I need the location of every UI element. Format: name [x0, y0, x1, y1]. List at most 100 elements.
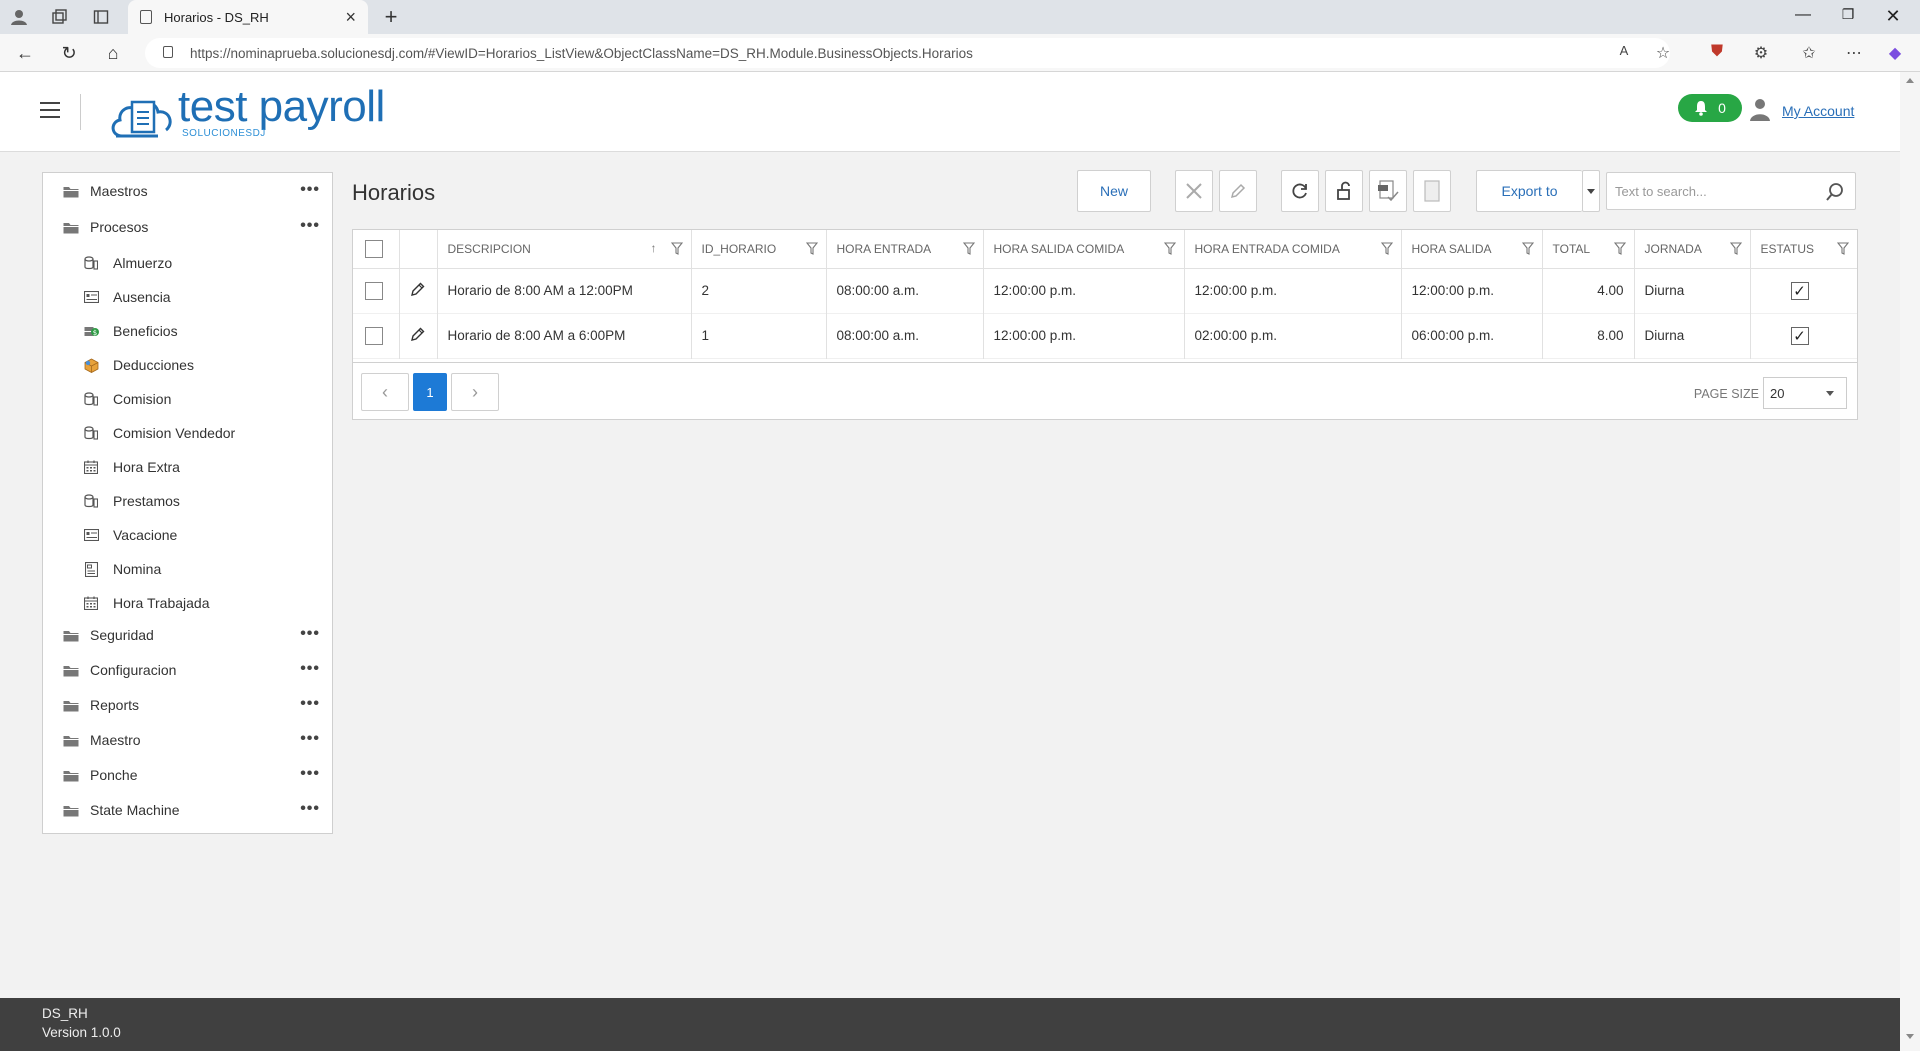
tab-actions-icon[interactable]: [92, 8, 110, 26]
column-header-hora-salida[interactable]: HORA SALIDA: [1401, 230, 1543, 269]
sidebar-item-beneficios[interactable]: $ Beneficios: [43, 314, 332, 348]
new-button[interactable]: New: [1077, 170, 1151, 212]
column-header-hora-entrada[interactable]: HORA ENTRADA: [826, 230, 984, 269]
nav-group-maestro[interactable]: Maestro •••: [43, 724, 332, 756]
column-header-descripcion[interactable]: DESCRIPCION ↑: [437, 230, 692, 269]
delete-button[interactable]: [1175, 170, 1213, 212]
notifications-button[interactable]: 0: [1678, 94, 1742, 122]
column-header-hora-entrada-comida[interactable]: HORA ENTRADA COMIDA: [1184, 230, 1402, 269]
column-header-total[interactable]: TOTAL: [1542, 230, 1635, 269]
sidebar-item-comision-vendedor[interactable]: Comision Vendedor: [43, 416, 332, 450]
copilot-icon[interactable]: ◆: [1884, 43, 1906, 63]
cell-hora-salida-comida: 12:00:00 p.m.: [983, 268, 1185, 313]
sidebar-item-deducciones[interactable]: Deducciones: [43, 348, 332, 382]
filter-icon[interactable]: [1163, 242, 1176, 255]
page-scrollbar[interactable]: [1900, 72, 1920, 1051]
url-field[interactable]: https://nominaprueba.solucionesdj.com/#V…: [145, 38, 1670, 68]
more-options-icon[interactable]: •••: [300, 625, 320, 643]
export-to-button[interactable]: Export to: [1476, 170, 1582, 212]
extensions-icon[interactable]: ⚙: [1750, 43, 1772, 63]
column-header-estatus[interactable]: ESTATUS: [1750, 230, 1857, 269]
sidebar-item-nomina[interactable]: Nomina: [43, 552, 332, 586]
filter-icon[interactable]: [1613, 242, 1626, 255]
sort-ascending-icon[interactable]: ↑: [651, 241, 657, 255]
more-options-icon[interactable]: •••: [300, 660, 320, 678]
print-button[interactable]: [1413, 170, 1451, 212]
table-row[interactable]: Horario de 8:00 AM a 6:00PM 1 08:00:00 a.m…: [353, 313, 1857, 358]
more-options-icon[interactable]: •••: [300, 730, 320, 748]
unlink-button[interactable]: [1325, 170, 1363, 212]
sidebar-item-vacacione[interactable]: Vacacione: [43, 518, 332, 552]
refresh-button[interactable]: [1281, 170, 1319, 212]
nav-group-procesos[interactable]: Procesos •••: [43, 211, 332, 243]
more-options-icon[interactable]: •••: [300, 695, 320, 713]
edit-pencil-icon[interactable]: [410, 327, 426, 345]
nav-group-seguridad[interactable]: Seguridad •••: [43, 619, 332, 651]
sidebar-item-hora-extra[interactable]: Hora Extra: [43, 450, 332, 484]
sidebar-item-hora-trabajada[interactable]: Hora Trabajada: [43, 586, 332, 620]
page-title: Horarios: [352, 180, 436, 205]
close-window-icon[interactable]: ✕: [1878, 6, 1908, 27]
read-aloud-icon[interactable]: A: [1613, 43, 1635, 58]
new-tab-icon[interactable]: +: [382, 4, 400, 29]
select-all-checkbox[interactable]: [365, 239, 383, 258]
browser-tab-active[interactable]: Horarios - DS_RH ×: [128, 0, 368, 34]
home-icon[interactable]: ⌂: [102, 43, 124, 64]
next-page-button[interactable]: ›: [451, 373, 499, 411]
more-icon[interactable]: ⋯: [1843, 43, 1865, 63]
list-card-icon: [83, 528, 99, 542]
filter-icon[interactable]: [670, 242, 683, 255]
page-button-current[interactable]: 1: [413, 373, 447, 411]
favorites-icon[interactable]: ✩: [1798, 43, 1820, 63]
row-checkbox[interactable]: [365, 326, 383, 345]
filter-icon[interactable]: [1837, 242, 1849, 255]
minimize-icon[interactable]: —: [1788, 6, 1818, 24]
search-input[interactable]: [1607, 173, 1807, 209]
row-checkbox[interactable]: [365, 281, 383, 300]
edit-button[interactable]: [1219, 170, 1257, 212]
filter-icon[interactable]: [962, 242, 975, 255]
restore-icon[interactable]: ❐: [1833, 6, 1863, 23]
favorite-star-icon[interactable]: ☆: [1652, 43, 1674, 63]
nav-group-state-machine[interactable]: State Machine •••: [43, 794, 332, 826]
table-row[interactable]: Horario de 8:00 AM a 12:00PM 2 08:00:00 a.…: [353, 268, 1857, 313]
export-dropdown-button[interactable]: [1582, 170, 1600, 212]
filter-icon[interactable]: [805, 242, 818, 255]
edit-pencil-icon[interactable]: [410, 282, 426, 300]
nav-group-ponche[interactable]: Ponche •••: [43, 759, 332, 791]
more-options-icon[interactable]: •••: [300, 765, 320, 783]
column-header-hora-salida-comida[interactable]: HORA SALIDA COMIDA: [983, 230, 1185, 269]
column-header-jornada[interactable]: JORNADA: [1634, 230, 1751, 269]
nav-group-maestros[interactable]: Maestros •••: [43, 175, 332, 207]
lock-icon: [163, 46, 173, 58]
close-tab-icon[interactable]: ×: [345, 7, 356, 28]
shield-extension-icon[interactable]: ⛊: [1706, 43, 1728, 61]
back-icon[interactable]: ←: [14, 43, 36, 64]
prev-page-button[interactable]: ‹: [361, 373, 409, 411]
column-header-id-horario[interactable]: ID_HORARIO: [691, 230, 827, 269]
scroll-up-icon[interactable]: [1906, 78, 1914, 83]
filter-icon[interactable]: [1380, 242, 1393, 255]
reload-icon[interactable]: ↻: [58, 43, 80, 64]
nav-group-configuracion[interactable]: Configuracion •••: [43, 654, 332, 686]
logo[interactable]: test payroll SOLUCIONESDJ: [108, 82, 398, 144]
my-account-link[interactable]: My Account: [1782, 103, 1854, 119]
search-icon[interactable]: [1825, 182, 1845, 202]
filter-icon[interactable]: [1729, 242, 1742, 255]
page-size-select[interactable]: 20: [1763, 377, 1847, 409]
profile-icon[interactable]: [10, 8, 28, 26]
more-options-icon[interactable]: •••: [300, 181, 320, 199]
nav-group-reports[interactable]: Reports •••: [43, 689, 332, 721]
sidebar-item-almuerzo[interactable]: Almuerzo: [43, 246, 332, 280]
more-options-icon[interactable]: •••: [300, 800, 320, 818]
workspaces-icon[interactable]: [50, 8, 68, 26]
export-pdf-button[interactable]: [1369, 170, 1407, 212]
app-header: test payroll SOLUCIONESDJ 0 My Account: [0, 72, 1900, 152]
sidebar-item-prestamos[interactable]: Prestamos: [43, 484, 332, 518]
sidebar-item-comision[interactable]: Comision: [43, 382, 332, 416]
filter-icon[interactable]: [1521, 242, 1534, 255]
menu-toggle-icon[interactable]: [40, 102, 60, 118]
more-options-icon[interactable]: •••: [300, 217, 320, 235]
sidebar-item-ausencia[interactable]: Ausencia: [43, 280, 332, 314]
scroll-down-icon[interactable]: [1906, 1034, 1914, 1039]
